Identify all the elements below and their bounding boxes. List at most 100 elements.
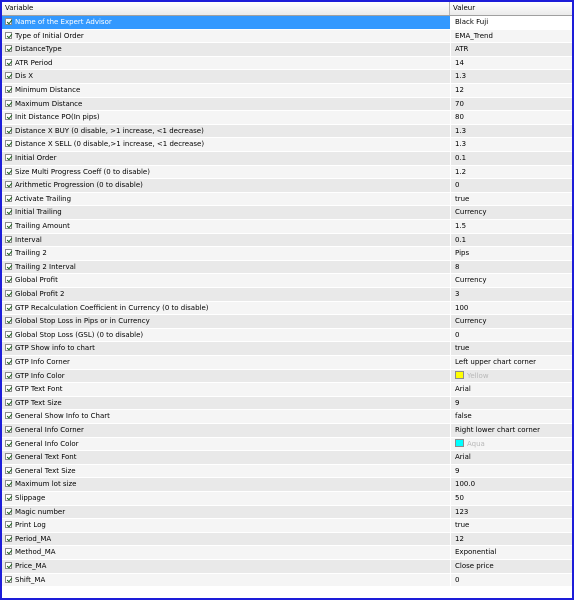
parameter-name: Print Log [15, 521, 46, 530]
parameter-name: Type of Initial Order [15, 31, 84, 40]
parameter-row[interactable]: Maximum Distance 70 [2, 97, 572, 112]
parameter-row[interactable]: General Info Corner Right lower chart cor… [2, 424, 572, 438]
parameter-value[interactable]: Close price [450, 560, 572, 573]
parameter-value[interactable]: 1.3 [450, 124, 572, 138]
parameter-value[interactable]: 1.5 [450, 220, 572, 233]
parameter-value[interactable]: 0 [450, 179, 572, 193]
parameter-row[interactable]: GTP Recalculation Coefficient in Currenc… [2, 301, 572, 316]
parameter-value[interactable]: Currency [450, 206, 572, 220]
parameter-row[interactable]: GTP Show info to chart true [2, 342, 572, 356]
parameter-value[interactable]: Currency [450, 274, 572, 288]
parameter-value[interactable]: 0.1 [450, 233, 572, 247]
parameter-check-icon [5, 208, 12, 216]
parameter-row[interactable]: GTP Info Color Yellow [2, 369, 572, 384]
parameter-row[interactable]: Period_MA 12 [2, 532, 572, 547]
column-header-variable[interactable]: Variable [2, 2, 450, 15]
parameter-row[interactable]: General Info Color Aqua [2, 437, 572, 452]
parameter-value[interactable]: 100.0 [450, 478, 572, 492]
parameter-check-icon [5, 521, 12, 529]
parameter-row[interactable]: Slippage 50 [2, 492, 572, 506]
parameter-value[interactable]: true [450, 519, 572, 533]
parameter-value[interactable]: 1.2 [450, 165, 572, 179]
parameter-value[interactable]: Pips [450, 247, 572, 261]
parameter-value[interactable]: 70 [450, 97, 572, 111]
parameter-value[interactable]: 80 [450, 111, 572, 125]
parameter-value[interactable]: 14 [450, 56, 572, 70]
parameter-row[interactable]: General Text Size 9 [2, 464, 572, 479]
parameter-row[interactable]: Price_MA Close price [2, 560, 572, 574]
parameter-row[interactable]: Distance X BUY (0 disable, >1 increase, … [2, 124, 572, 139]
parameter-check-icon [5, 167, 12, 175]
parameter-row[interactable]: GTP Text Font Arial [2, 383, 572, 397]
parameter-value[interactable]: 3 [450, 288, 572, 301]
parameter-row[interactable]: ATR Period 14 [2, 56, 572, 71]
parameter-check-icon [5, 330, 12, 338]
parameter-value[interactable]: 0 [450, 573, 572, 587]
parameter-value[interactable]: Black Fuji [450, 16, 572, 29]
parameter-value[interactable]: 50 [450, 492, 572, 505]
parameter-value[interactable]: true [450, 192, 572, 206]
parameter-value[interactable]: 8 [450, 260, 572, 274]
parameter-row[interactable]: DistanceType ATR [2, 43, 572, 57]
parameter-row[interactable]: GTP Text Size 9 [2, 396, 572, 411]
parameter-check-icon [5, 126, 12, 134]
parameter-row[interactable]: Distance X SELL (0 disable,>1 increase, … [2, 138, 572, 152]
parameter-value[interactable]: 0.1 [450, 152, 572, 165]
parameter-row[interactable]: General Text Font Arial [2, 451, 572, 465]
parameter-row[interactable]: Trailing 2 Interval 8 [2, 260, 572, 275]
column-header-value[interactable]: Valeur [450, 2, 572, 15]
parameter-row[interactable]: General Show Info to Chart false [2, 410, 572, 424]
parameter-value[interactable]: Arial [450, 383, 572, 397]
parameter-row[interactable]: Global Stop Loss (GSL) (0 to disable) 0 [2, 328, 572, 343]
parameter-value[interactable]: 123 [450, 505, 572, 519]
parameter-row[interactable]: Method_MA Exponential [2, 546, 572, 560]
parameter-row[interactable]: Global Stop Loss in Pips or in Currency C… [2, 315, 572, 329]
parameter-row[interactable]: GTP Info Corner Left upper chart corner [2, 356, 572, 370]
parameter-check-icon [5, 575, 12, 583]
parameter-value[interactable]: 0 [450, 328, 572, 342]
parameter-value[interactable]: false [450, 410, 572, 424]
parameter-value[interactable]: Exponential [450, 546, 572, 560]
parameter-row[interactable]: Initial Trailing Currency [2, 206, 572, 220]
parameter-row[interactable]: Maximum lot size 100.0 [2, 478, 572, 492]
parameter-name: GTP Text Font [15, 385, 63, 394]
parameter-row[interactable]: Print Log true [2, 519, 572, 533]
parameter-value[interactable]: 100 [450, 301, 572, 315]
parameter-value[interactable]: 1.3 [450, 70, 572, 84]
parameter-value[interactable]: Aqua [450, 437, 572, 451]
parameter-value[interactable]: Right lower chart corner [450, 424, 572, 437]
parameter-check-icon [5, 58, 12, 66]
parameter-check-icon [5, 548, 12, 556]
parameter-row[interactable]: Shift_MA 0 [2, 573, 572, 588]
parameter-row[interactable]: Activate Trailing true [2, 192, 572, 207]
parameter-value[interactable]: 12 [450, 84, 572, 97]
parameter-value[interactable]: 9 [450, 396, 572, 410]
parameter-row[interactable]: Arithmetic Progression (0 to disable) 0 [2, 179, 572, 193]
parameter-value[interactable]: Arial [450, 451, 572, 465]
color-name: Aqua [467, 439, 485, 448]
parameter-value[interactable]: 9 [450, 464, 572, 478]
parameter-value[interactable]: Left upper chart corner [450, 356, 572, 369]
parameter-row[interactable]: Global Profit Currency [2, 274, 572, 288]
parameter-row[interactable]: Interval 0.1 [2, 233, 572, 248]
parameter-row[interactable]: Trailing 2 Pips [2, 247, 572, 261]
parameter-row[interactable]: Minimum Distance 12 [2, 84, 572, 98]
parameter-value[interactable]: true [450, 342, 572, 356]
parameter-value[interactable]: Currency [450, 315, 572, 329]
parameter-row[interactable]: Global Profit 2 3 [2, 288, 572, 302]
parameter-row[interactable]: Type of Initial Order EMA_Trend [2, 29, 572, 44]
parameter-row[interactable]: Magic number 123 [2, 505, 572, 520]
parameter-value[interactable]: 12 [450, 532, 572, 546]
parameter-row[interactable]: Initial Order 0.1 [2, 152, 572, 166]
parameter-row[interactable]: Trailing Amount 1.5 [2, 220, 572, 234]
parameter-value[interactable]: 1.3 [450, 138, 572, 152]
parameter-name: Maximum lot size [15, 480, 77, 489]
parameter-check-icon [5, 99, 12, 107]
parameter-value[interactable]: Yellow [450, 369, 572, 383]
parameter-value[interactable]: ATR [450, 43, 572, 57]
parameter-row[interactable]: Init Distance PO(In pips) 80 [2, 111, 572, 125]
parameter-row[interactable]: Name of the Expert Advisor Black Fuji [2, 16, 572, 30]
parameter-row[interactable]: Dis X 1.3 [2, 70, 572, 84]
parameter-row[interactable]: Size Multi Progress Coeff (0 to disable)… [2, 165, 572, 180]
parameter-value[interactable]: EMA_Trend [450, 29, 572, 43]
